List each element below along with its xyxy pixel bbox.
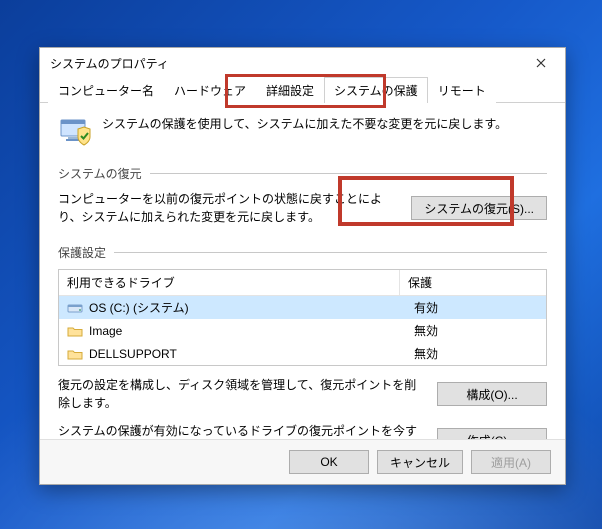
tab-hardware[interactable]: ハードウェア — [164, 77, 256, 103]
window-title: システムのプロパティ — [50, 55, 521, 72]
desktop-background: システムのプロパティ コンピューター名 ハードウェア 詳細設定 システムの保護 … — [0, 0, 602, 529]
shield-monitor-icon — [58, 115, 92, 149]
tab-strip: コンピューター名 ハードウェア 詳細設定 システムの保護 リモート — [40, 78, 565, 103]
tab-label: ハードウェア — [174, 84, 246, 98]
divider — [150, 173, 547, 174]
tab-system-protection[interactable]: システムの保護 — [324, 77, 428, 103]
tab-remote[interactable]: リモート — [428, 77, 496, 103]
button-label: 適用(A) — [491, 456, 531, 470]
divider — [114, 252, 547, 253]
button-label: OK — [320, 455, 337, 469]
titlebar[interactable]: システムのプロパティ — [40, 48, 565, 78]
button-label: キャンセル — [390, 456, 450, 470]
drive-icon — [67, 301, 83, 315]
system-restore-row: コンピューターを以前の復元ポイントの状態に戻すことにより、システムに加えられた変… — [58, 190, 547, 226]
group-system-restore: システムの復元 — [58, 165, 547, 182]
drive-table[interactable]: 利用できるドライブ 保護 OS (C:) (システム) 有効 Image 無効 — [58, 269, 547, 366]
tab-advanced[interactable]: 詳細設定 — [256, 77, 324, 103]
drive-protection: 有効 — [414, 299, 538, 316]
drive-name: DELLSUPPORT — [89, 347, 414, 361]
drive-protection: 無効 — [414, 322, 538, 339]
tab-label: 詳細設定 — [266, 84, 314, 98]
intro-text: システムの保護を使用して、システムに加えた不要な変更を元に戻します。 — [102, 115, 507, 149]
folder-icon — [67, 347, 83, 361]
drive-name: OS (C:) (システム) — [89, 299, 414, 316]
dialog-footer: OK キャンセル 適用(A) — [40, 439, 565, 484]
group-protection-settings: 保護設定 — [58, 244, 547, 261]
column-drive[interactable]: 利用できるドライブ — [59, 270, 400, 295]
close-icon — [536, 58, 546, 68]
configure-row: 復元の設定を構成し、ディスク領域を管理して、復元ポイントを削除します。 構成(O… — [58, 376, 547, 412]
restore-description: コンピューターを以前の復元ポイントの状態に戻すことにより、システムに加えられた変… — [58, 190, 401, 226]
button-label: 作成(C)... — [467, 434, 518, 440]
create-button[interactable]: 作成(C)... — [437, 428, 547, 439]
button-label: 構成(O)... — [466, 388, 517, 402]
tab-panel-system-protection: システムの保護を使用して、システムに加えた不要な変更を元に戻します。 システムの… — [40, 103, 565, 439]
button-label: システムの復元(S)... — [424, 202, 534, 216]
table-row[interactable]: OS (C:) (システム) 有効 — [59, 296, 546, 319]
ok-button[interactable]: OK — [289, 450, 369, 474]
group-label: 保護設定 — [58, 244, 106, 261]
tab-computer-name[interactable]: コンピューター名 — [48, 77, 164, 103]
tab-label: システムの保護 — [334, 84, 418, 98]
table-row[interactable]: DELLSUPPORT 無効 — [59, 342, 546, 365]
table-row[interactable]: Image 無効 — [59, 319, 546, 342]
drive-name: Image — [89, 324, 414, 338]
tab-label: リモート — [438, 84, 486, 98]
cancel-button[interactable]: キャンセル — [377, 450, 463, 474]
table-header: 利用できるドライブ 保護 — [59, 270, 546, 296]
configure-button[interactable]: 構成(O)... — [437, 382, 547, 406]
configure-description: 復元の設定を構成し、ディスク領域を管理して、復元ポイントを削除します。 — [58, 376, 427, 412]
apply-button[interactable]: 適用(A) — [471, 450, 551, 474]
create-row: システムの保護が有効になっているドライブの復元ポイントを今すぐ作成します。 作成… — [58, 422, 547, 439]
system-properties-window: システムのプロパティ コンピューター名 ハードウェア 詳細設定 システムの保護 … — [39, 47, 566, 485]
drive-protection: 無効 — [414, 345, 538, 362]
create-description: システムの保護が有効になっているドライブの復元ポイントを今すぐ作成します。 — [58, 422, 427, 439]
folder-icon — [67, 324, 83, 338]
tab-label: コンピューター名 — [58, 84, 154, 98]
group-label: システムの復元 — [58, 165, 142, 182]
system-restore-button[interactable]: システムの復元(S)... — [411, 196, 547, 220]
close-button[interactable] — [521, 49, 561, 77]
column-protection[interactable]: 保護 — [400, 270, 546, 295]
intro-row: システムの保護を使用して、システムに加えた不要な変更を元に戻します。 — [58, 115, 547, 149]
